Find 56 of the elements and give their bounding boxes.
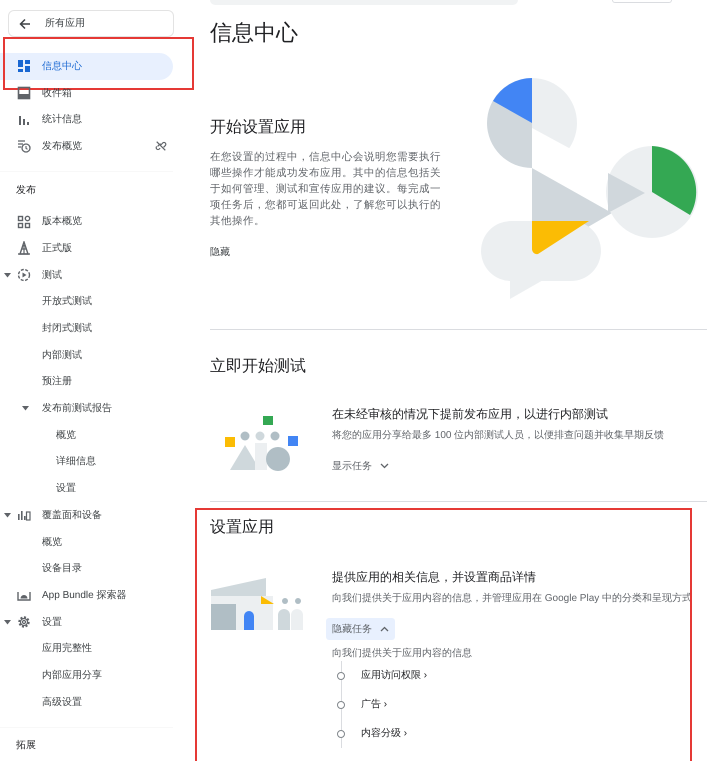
chevron-icon — [380, 463, 389, 469]
sidebar-item[interactable]: 概览 — [0, 422, 173, 449]
sidebar-item[interactable]: 内部测试 — [0, 342, 173, 369]
section-title: 拓展 — [15, 738, 37, 754]
grid-icon — [17, 214, 31, 229]
sidebar-item[interactable]: 正式版 — [0, 235, 173, 262]
tasks-label: 向我们提供关于应用内容的信息 — [332, 647, 472, 661]
toggle-tasks-button[interactable]: 显示任务 — [326, 455, 395, 477]
bar-chart-icon — [17, 508, 31, 522]
page-title: 信息中心 — [210, 19, 298, 47]
hide-link[interactable]: 隐藏 — [210, 244, 230, 260]
sidebar-item[interactable]: 版本概览 — [0, 208, 173, 236]
dashboard-icon — [17, 59, 31, 74]
sidebar-item[interactable]: 信息中心 — [0, 53, 173, 80]
sidebar-item[interactable]: 开放式测试 — [0, 288, 173, 316]
section-heading: 立即开始测试 — [210, 356, 306, 377]
back-arrow-icon — [19, 18, 31, 30]
lighthouse-icon — [17, 241, 31, 256]
sidebar-item[interactable]: 预注册 — [0, 368, 173, 396]
sidebar-item[interactable]: 封闭式测试 — [0, 315, 173, 342]
task-link[interactable]: 应用访问权限 › — [361, 668, 428, 683]
status-circle-icon — [337, 672, 345, 680]
back-button[interactable]: 所有应用 — [8, 10, 174, 37]
sidebar-item[interactable]: 应用完整性 — [0, 635, 173, 662]
sidebar-item[interactable]: 测试 — [0, 262, 173, 288]
sidebar-item[interactable]: App Bundle 探索器 — [0, 582, 173, 609]
task-title: 在未经审核的情况下提前发布应用，以进行内部测试 — [332, 406, 608, 423]
task-link[interactable]: 内容分级 › — [361, 726, 408, 741]
task-title: 提供应用的相关信息，并设置商品详情 — [332, 569, 536, 586]
status-circle-icon — [337, 700, 345, 708]
play-circle-icon — [17, 268, 31, 282]
sidebar-item[interactable]: 概览 — [0, 528, 173, 556]
task-description: 将您的应用分享给最多 100 位内部测试人员，以便排查问题并收集早期反馈 — [332, 429, 664, 443]
chevron-icon — [380, 626, 389, 632]
settings-icon — [17, 615, 31, 630]
intro-text: 在您设置的过程中，信息中心会说明您需要执行哪些操作才能成功发布应用。其中的信息包括关于如何管理、测试和宣传应用的建议。每完成一项任务后，您都可返回此处，了解您可以执行的其他操作。 — [210, 150, 442, 228]
task-link[interactable]: 广告 › — [361, 697, 388, 712]
section-heading: 设置应用 — [210, 518, 274, 538]
section-heading: 开始设置应用 — [210, 118, 306, 138]
sidebar-item[interactable]: 发布前测试报告 — [0, 395, 173, 422]
status-circle-icon — [337, 730, 345, 738]
sidebar-item[interactable]: 高级设置 — [0, 688, 173, 716]
section-title: 发布 — [15, 184, 37, 198]
toggle-tasks-button[interactable]: 隐藏任务 — [326, 618, 395, 640]
inbox-icon — [17, 86, 31, 100]
link-off-icon — [155, 140, 167, 152]
sidebar-item[interactable]: 收件箱 — [0, 80, 173, 106]
clock-list-icon — [17, 139, 31, 154]
sidebar-item[interactable]: 统计信息 — [0, 106, 173, 134]
sidebar-item[interactable]: 内部应用分享 — [0, 662, 173, 689]
sidebar-item[interactable]: 发布概览 — [0, 133, 173, 160]
sidebar-item[interactable]: 设置 — [0, 608, 173, 636]
sidebar-item[interactable]: 设备目录 — [0, 555, 173, 582]
sidebar-item[interactable]: 设置 — [0, 475, 173, 502]
sidebar-item[interactable]: 详细信息 — [0, 448, 173, 476]
sidebar-item[interactable]: 覆盖面和设备 — [0, 502, 173, 529]
